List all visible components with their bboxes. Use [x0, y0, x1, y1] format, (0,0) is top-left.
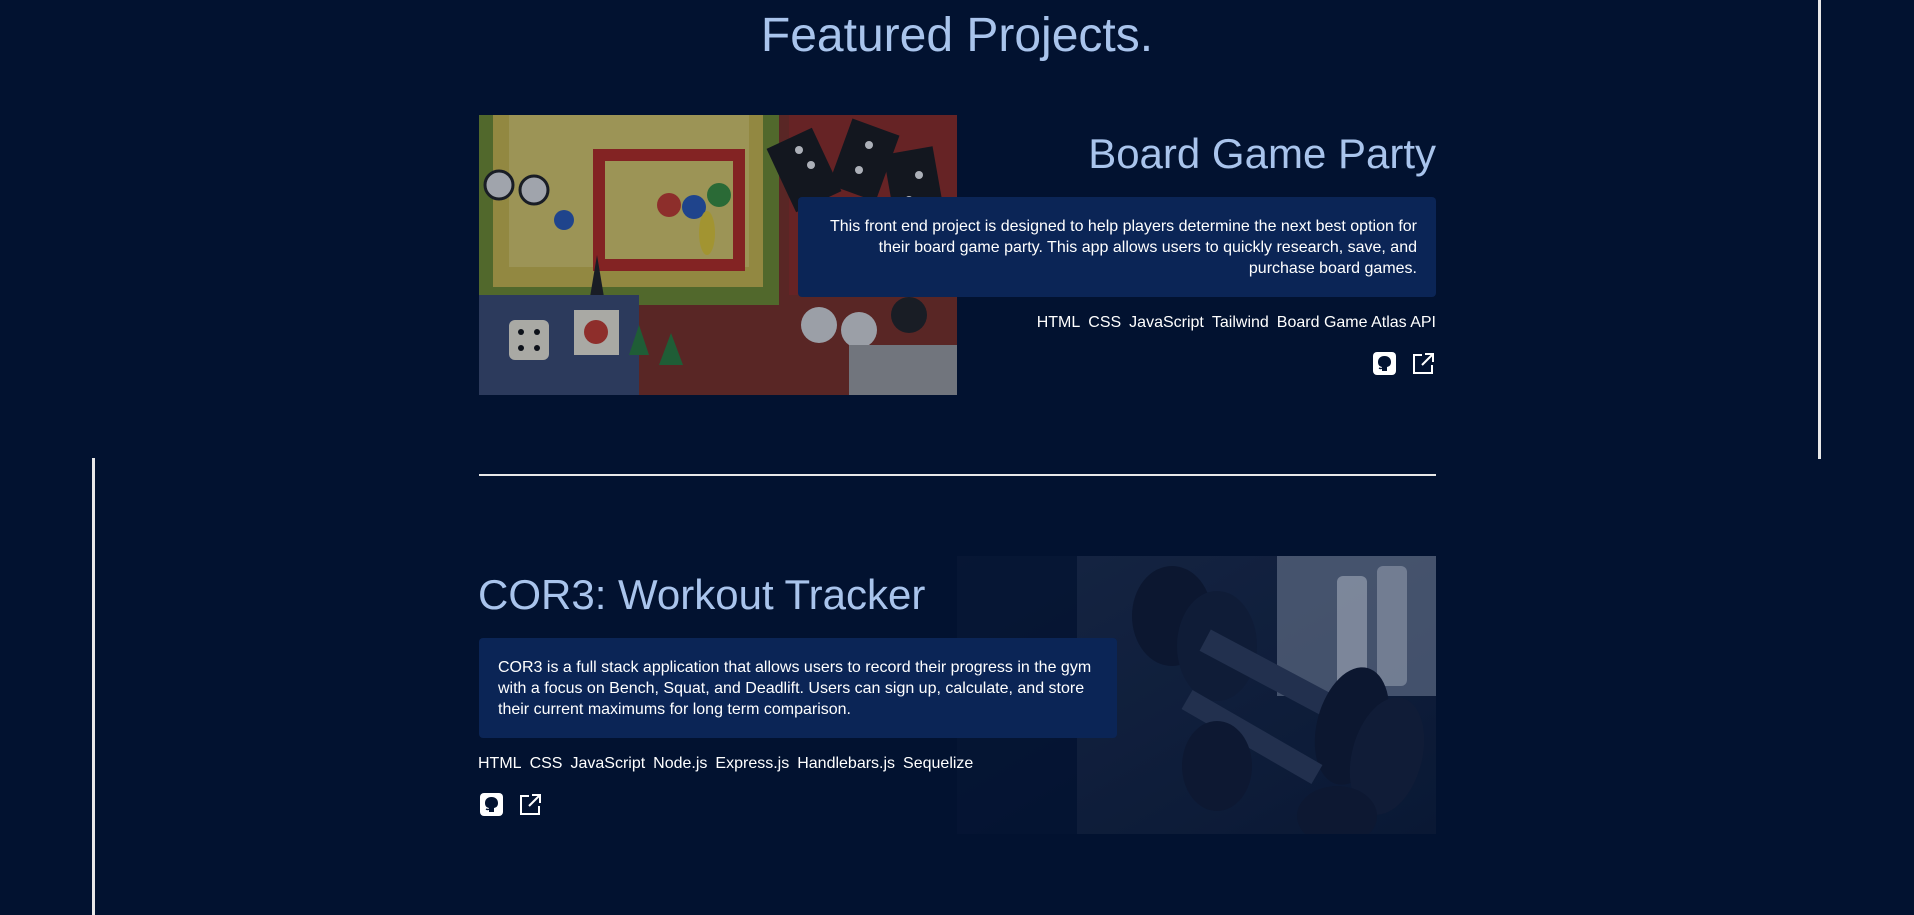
tech-tag: Express.js [715, 755, 790, 772]
tech-tag-list: HTML CSS JavaScript Node.js Express.js H… [478, 755, 973, 773]
tech-tag: Tailwind [1211, 314, 1269, 331]
tech-tag: HTML [478, 755, 522, 772]
tech-tag: CSS [529, 755, 563, 772]
tech-tag-list: HTML CSS JavaScript Tailwind Board Game … [1037, 314, 1436, 332]
tech-tag: Handlebars.js [797, 755, 896, 772]
tech-tag: CSS [1088, 314, 1122, 331]
decorative-left-line [92, 458, 95, 915]
tech-tag: HTML [1036, 314, 1081, 331]
section-title: Featured Projects. [760, 9, 1154, 62]
section-divider [479, 474, 1436, 476]
projects-section: Featured Projects. Board Game Party This… [0, 0, 1914, 915]
project-description: This front end project is designed to he… [798, 197, 1436, 297]
project-links [1372, 351, 1436, 376]
project-title: COR3: Workout Tracker [478, 571, 926, 618]
decorative-right-line [1818, 0, 1821, 459]
external-link-icon[interactable] [518, 792, 543, 817]
github-icon[interactable] [479, 792, 504, 817]
github-icon[interactable] [1372, 351, 1397, 376]
project-links [479, 792, 543, 817]
tech-tag: Node.js [653, 755, 708, 772]
project-description: COR3 is a full stack application that al… [479, 638, 1117, 738]
project-title: Board Game Party [1088, 130, 1436, 177]
external-link-icon[interactable] [1411, 351, 1436, 376]
tech-tag: Sequelize [903, 755, 974, 772]
tech-tag: JavaScript [570, 755, 646, 772]
tech-tag: JavaScript [1129, 314, 1204, 331]
tech-tag: Board Game Atlas API [1276, 314, 1436, 331]
